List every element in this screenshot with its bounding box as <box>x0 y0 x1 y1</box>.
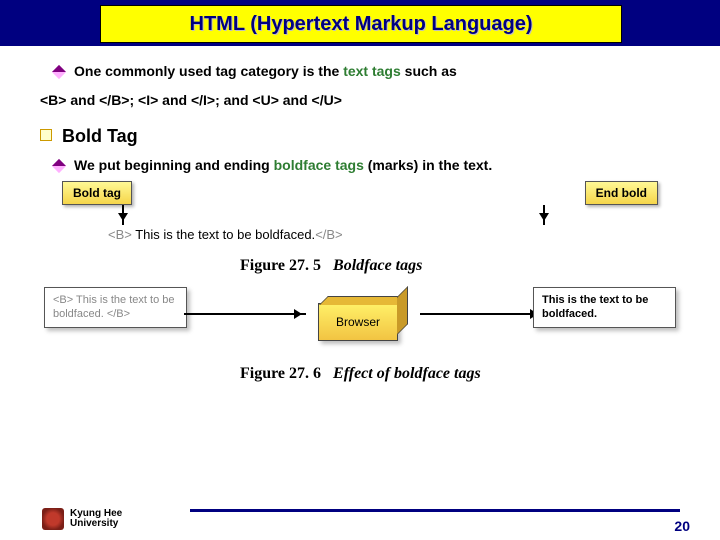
t-hl: text tags <box>343 63 401 79</box>
content: One commonly used tag category is the te… <box>0 46 720 383</box>
bullet-2: We put beginning and ending boldface tag… <box>40 156 680 175</box>
t: We put beginning and ending <box>74 157 274 173</box>
page-title: HTML (Hypertext Markup Language) <box>190 13 533 36</box>
label-bold-tag: Bold tag <box>62 181 132 205</box>
code-line: <B> and </B>; <I> and </I>; and <U> and … <box>40 91 680 110</box>
figure-2: <B> This is the text to be boldfaced. </… <box>40 281 680 363</box>
fig-num: Figure 27. 5 <box>240 257 321 274</box>
arrow-right-icon <box>420 313 542 315</box>
footer: Kyung Hee University 20 <box>0 500 720 534</box>
title-bar: HTML (Hypertext Markup Language) <box>0 0 720 46</box>
fig-num: Figure 27. 6 <box>240 365 321 382</box>
text: One commonly used tag category is the te… <box>74 62 457 81</box>
t: One commonly used tag category is the <box>74 63 343 79</box>
l2: University <box>70 519 122 530</box>
output-card: This is the text to be boldfaced. <box>533 287 676 329</box>
slide: { "title": "HTML (Hypertext Markup Langu… <box>0 0 720 540</box>
tag-open: <B> <box>108 227 132 242</box>
t-hl: boldface tags <box>274 157 364 173</box>
bullet-h2: Bold Tag <box>40 124 680 148</box>
university-mark: Kyung Hee University <box>42 508 122 530</box>
label-end-bold: End bold <box>585 181 658 205</box>
browser-box: Browser <box>318 303 398 341</box>
heading-bold-tag: Bold Tag <box>62 124 138 148</box>
browser-label: Browser <box>336 315 380 329</box>
arrow-down-icon <box>543 205 545 225</box>
t: such as <box>401 63 457 79</box>
fig-txt: Boldface tags <box>333 257 422 274</box>
arrow-right-icon <box>184 313 306 315</box>
title-box: HTML (Hypertext Markup Language) <box>100 5 622 43</box>
fig-txt: Effect of boldface tags <box>333 365 481 382</box>
src: <B> This is the text to be boldfaced. </… <box>53 294 174 320</box>
text: We put beginning and ending boldface tag… <box>74 156 492 175</box>
university-logo-icon <box>42 508 64 530</box>
bullet-1: One commonly used tag category is the te… <box>40 62 680 81</box>
square-icon <box>40 129 52 141</box>
page-number: 20 <box>674 518 690 534</box>
tag-close: </B> <box>315 227 342 242</box>
sample-code: <B> This is the text to be boldfaced.</B… <box>108 227 343 242</box>
tag-mid: This is the text to be boldfaced. <box>132 227 315 242</box>
out-b: This is <box>542 294 577 306</box>
figure-1: Bold tag End bold <B> This is the text t… <box>40 181 680 255</box>
diamond-icon <box>52 65 66 79</box>
figure-1-caption: Figure 27. 5 Boldface tags <box>40 257 680 275</box>
diamond-icon <box>52 159 66 173</box>
university-name: Kyung Hee University <box>70 509 122 530</box>
browser-node: Browser <box>318 295 414 341</box>
t: (marks) in the text. <box>364 157 492 173</box>
footer-rule <box>190 509 680 512</box>
arrow-down-icon <box>122 205 124 225</box>
source-card: <B> This is the text to be boldfaced. </… <box>44 287 187 329</box>
figure-2-caption: Figure 27. 6 Effect of boldface tags <box>40 365 680 383</box>
